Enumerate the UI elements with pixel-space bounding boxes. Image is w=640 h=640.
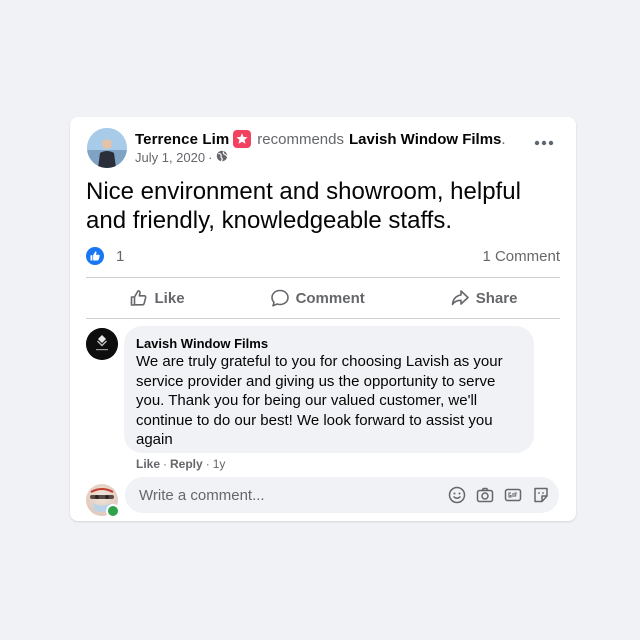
like-button-label: Like [154, 289, 185, 307]
comment-button[interactable]: Comment [258, 282, 377, 314]
current-user-avatar[interactable] [86, 484, 120, 518]
thumbs-up-icon [130, 290, 146, 306]
lavish-logo-icon [86, 328, 118, 360]
post-date[interactable]: July 1, 2020 [135, 150, 205, 165]
meta-separator: · [208, 150, 213, 165]
divider [86, 318, 560, 319]
post-text: Nice environment and showroom, helpful a… [86, 178, 521, 234]
reaction-count-group[interactable]: 1 [86, 247, 124, 265]
comment-bubble-icon [270, 289, 289, 307]
comment-age[interactable]: 1y [213, 457, 226, 471]
emoji-icon[interactable] [447, 485, 467, 505]
page-name-period: . [501, 130, 506, 148]
comment-composer [125, 477, 559, 513]
post-actions: Like Comment Share [86, 279, 560, 317]
divider [86, 277, 560, 278]
composer-tools [439, 485, 551, 505]
post-meta: July 1, 2020 · [135, 150, 229, 165]
commenter-avatar[interactable] [86, 328, 118, 360]
share-button[interactable]: Share [438, 282, 530, 314]
post-card: Terrence Lim recommends Lavish Window Fi… [70, 117, 576, 521]
comment-actions: Like · Reply · 1y [136, 457, 225, 471]
reaction-count: 1 [116, 247, 125, 265]
share-arrow-icon [451, 290, 469, 306]
reactions-summary: 1 1 Comment [86, 245, 560, 267]
globe-icon[interactable] [216, 150, 229, 165]
author-avatar[interactable] [87, 128, 127, 168]
comment-bubble: Lavish Window Films We are truly gratefu… [124, 326, 534, 453]
comment-button-label: Comment [295, 289, 365, 307]
camera-icon[interactable] [475, 485, 495, 505]
sticker-icon[interactable] [531, 485, 551, 505]
comment-reply-link[interactable]: Reply [170, 457, 203, 471]
comment-count-link[interactable]: 1 Comment [482, 248, 560, 265]
recommends-label: recommends [257, 130, 344, 148]
post-header-line: Terrence Lim recommends Lavish Window Fi… [135, 130, 506, 148]
comment-like-link[interactable]: Like [136, 457, 160, 471]
recommendation-star-icon [233, 130, 252, 148]
online-status-indicator [106, 504, 120, 518]
share-button-label: Share [475, 289, 518, 307]
like-icon [86, 247, 104, 265]
comment-author[interactable]: Lavish Window Films [136, 336, 268, 351]
comment-actions-separator: · [205, 457, 210, 471]
more-options-icon[interactable] [532, 131, 556, 155]
gif-icon[interactable] [503, 485, 523, 505]
author-name[interactable]: Terrence Lim [135, 131, 229, 148]
comment-actions-separator: · [163, 457, 168, 471]
comment-input[interactable] [137, 485, 421, 505]
page-name-link[interactable]: Lavish Window Films [349, 131, 501, 148]
comment-text: We are truly grateful to you for choosin… [136, 353, 503, 448]
like-button[interactable]: Like [117, 282, 197, 314]
